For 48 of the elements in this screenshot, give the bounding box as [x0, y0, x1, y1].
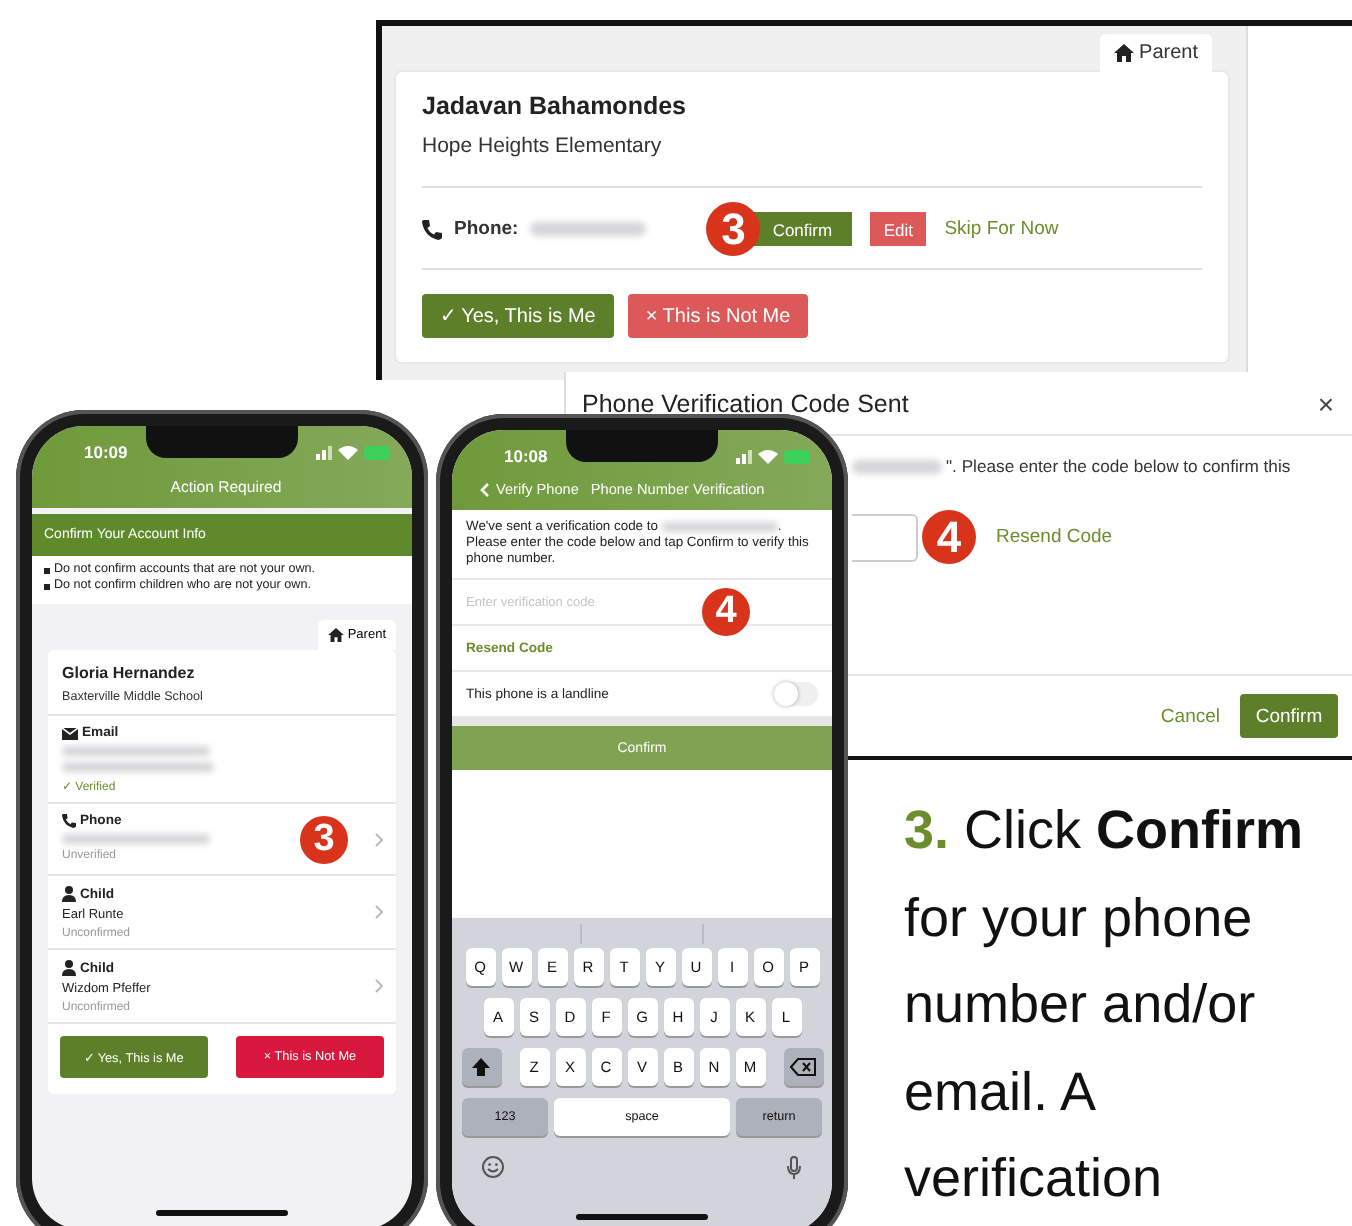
step-badge: 3 [706, 202, 761, 256]
edit-button[interactable]: Edit [870, 212, 927, 246]
not-me-button[interactable]: × This is Not Me [627, 294, 809, 338]
back-chevron-icon [480, 481, 490, 497]
school-name: Hope Heights Elementary [422, 134, 664, 158]
account-name: Jadavan Bahamondes [422, 92, 688, 120]
yes-button[interactable]: ✓ Yes, This is Me [422, 294, 614, 338]
home-indicator [156, 1210, 288, 1216]
status-time: 10:08 [502, 446, 548, 466]
account-name: Gloria Hernandez [62, 664, 195, 682]
parent-tab[interactable]: Parent [1099, 34, 1212, 72]
home-indicator [576, 1214, 708, 1220]
code-field[interactable] [852, 513, 918, 561]
skip-link[interactable]: Skip For Now [944, 212, 1059, 246]
phone-icon [422, 219, 442, 239]
redacted-phone-number [530, 222, 647, 236]
home-icon [327, 628, 344, 642]
step-badge: 3 [300, 815, 348, 863]
phone-label: Phone: [454, 218, 519, 240]
dialog-message: ". Please enter the code below to confirm this [946, 456, 1291, 476]
microphone-icon [786, 1156, 802, 1180]
phone-icon [62, 814, 76, 828]
status-time: 10:09 [82, 442, 128, 462]
backspace-icon [790, 1058, 816, 1076]
bullet-icon [44, 567, 50, 573]
close-button[interactable]: × [1317, 387, 1334, 419]
dialog-title: Phone Verification Code Sent [582, 389, 909, 417]
backspace-key[interactable] [783, 1048, 823, 1086]
emoji-icon [482, 1156, 504, 1178]
bullet-icon [44, 583, 50, 589]
shift-icon [472, 1058, 490, 1076]
status-icons [316, 444, 392, 460]
shift-key[interactable] [461, 1048, 501, 1086]
step-badge: 4 [702, 588, 750, 636]
resend-code-link[interactable]: Resend Code [996, 526, 1113, 548]
status-icons [736, 448, 812, 464]
cancel-button[interactable]: Cancel [1160, 694, 1220, 738]
landline-toggle[interactable] [774, 682, 818, 706]
home-icon [1113, 44, 1134, 62]
confirm-button[interactable]: Confirm [752, 212, 853, 246]
primary-button[interactable]: Confirm [1240, 694, 1338, 738]
instruction-text: 3. Click Confirm for your phone number and/or email. A verification [904, 798, 1306, 1212]
redacted-phone-number [852, 459, 942, 473]
tab-label: Parent [1139, 42, 1198, 64]
envelope-icon [62, 727, 78, 739]
person-icon [62, 886, 76, 902]
step-badge: 4 [922, 510, 976, 564]
person-icon [62, 960, 76, 976]
